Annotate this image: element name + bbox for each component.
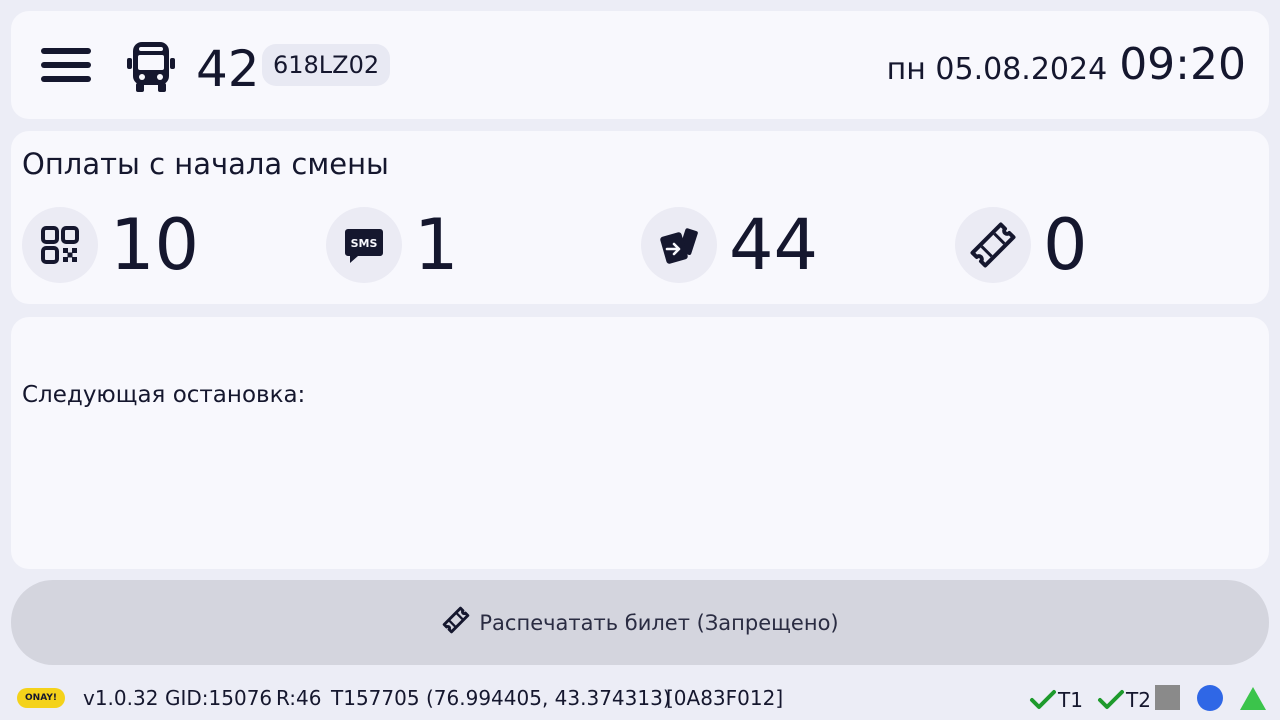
header-bar: 42 618LZ02 пн 05.08.2024 09:20: [11, 11, 1269, 119]
stat-qr: 10: [22, 207, 199, 283]
t-value: T157705: [331, 686, 420, 710]
vehicle-plate-badge: 618LZ02: [262, 44, 391, 86]
t1-label: T1: [1058, 688, 1083, 712]
payments-panel: Оплаты с начала смены 10 SMS 1 44 0: [11, 131, 1269, 304]
current-time: 09:20: [1119, 39, 1246, 90]
gps-coordinates: (76.994405, 43.374313): [426, 686, 671, 710]
current-date: пн 05.08.2024: [886, 52, 1108, 87]
stat-ticket: 0: [955, 207, 1088, 283]
stat-card: 44: [641, 207, 818, 283]
stat-sms-value: 1: [414, 204, 459, 286]
card-payment-icon: [641, 207, 717, 283]
ticket-icon: [441, 605, 479, 640]
status-bar: ONAY! v1.0.32 GID:15076 R:46 T157705 (76…: [0, 678, 1280, 720]
r-value: R:46: [276, 686, 322, 710]
stat-card-value: 44: [729, 204, 819, 286]
ticket-icon: [955, 207, 1031, 283]
route-number: 42: [196, 40, 260, 98]
date-time: пн 05.08.2024 09:20: [887, 39, 1246, 90]
t1-indicator: T1: [1029, 688, 1083, 712]
blue-circle-indicator: [1197, 685, 1223, 711]
device-id: [0A83F012]: [666, 686, 784, 710]
bus-icon: [123, 39, 179, 99]
print-ticket-button[interactable]: Распечатать билет (Запрещено): [11, 580, 1269, 665]
print-ticket-label: Распечатать билет (Запрещено): [479, 610, 839, 635]
t2-indicator: T2: [1097, 688, 1151, 712]
check-icon: [1098, 690, 1124, 709]
check-icon: [1030, 690, 1056, 709]
svg-text:SMS: SMS: [351, 237, 378, 250]
payments-title: Оплаты с начала смены: [22, 147, 389, 181]
gid-value: GID:15076: [165, 686, 273, 710]
gray-square-indicator: [1155, 685, 1180, 710]
next-stop-label: Следующая остановка:: [22, 382, 306, 408]
green-triangle-indicator: [1240, 687, 1266, 710]
next-stop-panel: Следующая остановка:: [11, 317, 1269, 569]
t2-label: T2: [1126, 688, 1151, 712]
app-version: v1.0.32: [83, 686, 159, 710]
stat-ticket-value: 0: [1043, 204, 1088, 286]
brand-logo: ONAY!: [17, 688, 65, 708]
sms-icon: SMS: [326, 207, 402, 283]
stat-sms: SMS 1: [326, 207, 459, 283]
menu-icon: [41, 48, 91, 54]
menu-button[interactable]: [41, 48, 91, 84]
qr-code-icon: [22, 207, 98, 283]
stat-qr-value: 10: [110, 204, 200, 286]
